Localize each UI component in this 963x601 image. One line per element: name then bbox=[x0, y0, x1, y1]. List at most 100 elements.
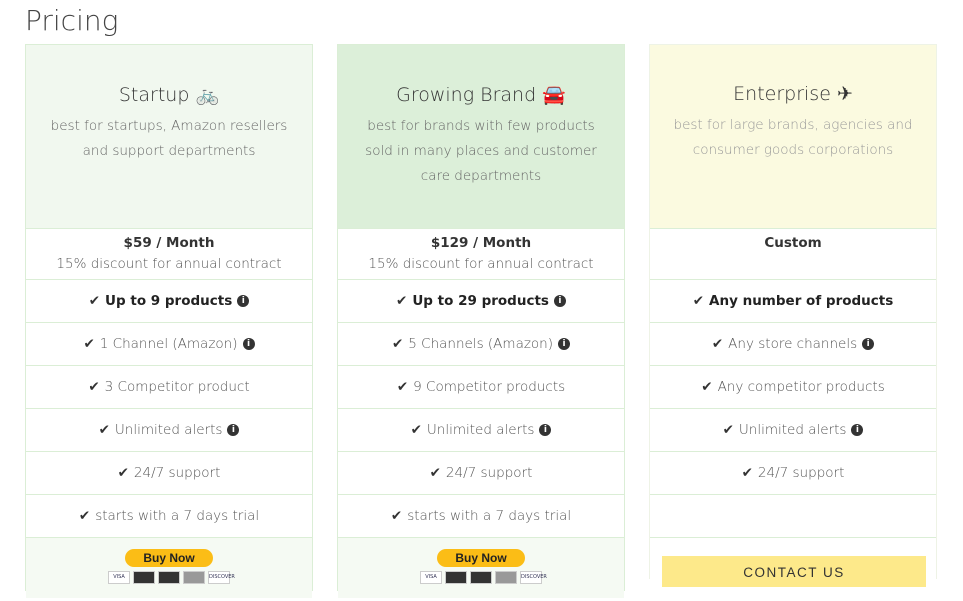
plan-description: best for brands with few products sold i… bbox=[365, 118, 597, 184]
check-icon: ✔ bbox=[83, 336, 95, 352]
feature-row bbox=[650, 494, 936, 537]
feature-row: ✔ Any store channels i bbox=[650, 322, 936, 365]
plan-title: Enterprise ✈ bbox=[650, 83, 936, 105]
check-icon: ✔ bbox=[429, 465, 441, 481]
plan-name: Growing Brand bbox=[396, 84, 537, 106]
check-icon: ✔ bbox=[701, 379, 713, 395]
feature-row: ✔ starts with a 7 days trial bbox=[26, 494, 312, 537]
feature-text: 3 Competitor product bbox=[104, 379, 250, 395]
info-icon[interactable]: i bbox=[539, 424, 552, 436]
payment-card-icon bbox=[183, 571, 205, 584]
info-icon[interactable]: i bbox=[558, 338, 571, 350]
payment-card-icon bbox=[470, 571, 492, 584]
bicycle-icon: 🚲 bbox=[195, 84, 220, 106]
payment-cards: VISA DISCOVER bbox=[338, 571, 624, 584]
payment-card-icon: DISCOVER bbox=[208, 571, 235, 584]
info-icon[interactable]: i bbox=[242, 338, 255, 350]
check-icon: ✔ bbox=[741, 465, 753, 481]
plan-title: Startup 🚲 bbox=[26, 83, 312, 106]
info-icon[interactable]: i bbox=[237, 295, 250, 307]
feature-row: ✔ starts with a 7 days trial bbox=[338, 494, 624, 537]
info-icon[interactable]: i bbox=[862, 338, 875, 350]
check-icon: ✔ bbox=[722, 422, 734, 438]
check-icon: ✔ bbox=[390, 508, 403, 524]
feature-text: starts with a 7 days trial bbox=[407, 508, 572, 524]
feature-row: ✔ Unlimited alerts i bbox=[650, 408, 936, 451]
plan-card-startup: Startup 🚲 best for startups, Amazon resel… bbox=[25, 44, 313, 598]
price-label: Custom bbox=[764, 235, 822, 251]
car-icon: 🚘 bbox=[542, 84, 566, 106]
feature-text: Up to 9 products bbox=[105, 293, 233, 309]
purchase-area: Buy Now VISA DISCOVER bbox=[26, 537, 312, 598]
info-icon[interactable]: i bbox=[553, 295, 566, 307]
feature-text: Up to 29 products bbox=[412, 293, 549, 309]
check-icon: ✔ bbox=[98, 422, 110, 438]
feature-text: 5 Channels (Amazon) bbox=[408, 336, 554, 352]
discount-label: 15% discount for annual contract bbox=[56, 256, 282, 272]
plan-price: $59 / Month 15% discount for annual contr… bbox=[26, 228, 312, 279]
purchase-area: Buy Now VISA DISCOVER bbox=[338, 537, 624, 598]
payment-card-icon bbox=[495, 571, 517, 584]
feature-text: Unlimited alerts bbox=[114, 422, 223, 438]
check-icon: ✔ bbox=[410, 422, 422, 438]
buy-now-button[interactable]: Buy Now bbox=[437, 549, 525, 567]
feature-row: ✔ Any competitor products bbox=[650, 365, 936, 408]
plan-name: Startup bbox=[118, 84, 190, 106]
feature-text: Unlimited alerts bbox=[738, 422, 847, 438]
feature-text: starts with a 7 days trial bbox=[95, 508, 260, 524]
feature-row: ✔ 9 Competitor products bbox=[338, 365, 624, 408]
info-icon[interactable]: i bbox=[851, 424, 864, 436]
feature-row: ✔ Up to 29 products i bbox=[338, 279, 624, 322]
feature-text: 24/7 support bbox=[445, 465, 533, 481]
plan-name: Enterprise bbox=[733, 83, 831, 105]
payment-card-icon: VISA bbox=[420, 571, 442, 584]
check-icon: ✔ bbox=[78, 508, 91, 524]
feature-row: ✔ Up to 9 products i bbox=[26, 279, 312, 322]
feature-row: ✔ Unlimited alerts i bbox=[26, 408, 312, 451]
payment-card-icon: DISCOVER bbox=[520, 571, 547, 584]
contact-us-button[interactable]: CONTACT US bbox=[662, 556, 926, 587]
feature-row: ✔ Unlimited alerts i bbox=[338, 408, 624, 451]
check-icon: ✔ bbox=[396, 293, 408, 309]
feature-text: 24/7 support bbox=[133, 465, 221, 481]
feature-row: ✔ 24/7 support bbox=[338, 451, 624, 494]
plan-card-growing-brand: Growing Brand 🚘 best for brands with few … bbox=[337, 44, 625, 598]
check-icon: ✔ bbox=[88, 379, 100, 395]
feature-row: ✔ 24/7 support bbox=[650, 451, 936, 494]
check-icon: ✔ bbox=[711, 336, 724, 352]
feature-text: 1 Channel (Amazon) bbox=[99, 336, 238, 352]
feature-text: Unlimited alerts bbox=[426, 422, 535, 438]
page-title: Pricing bbox=[25, 4, 119, 37]
plan-header: Enterprise ✈ best for large brands, agenc… bbox=[650, 45, 936, 228]
check-icon: ✔ bbox=[396, 379, 409, 395]
payment-card-icon bbox=[158, 571, 180, 584]
check-icon: ✔ bbox=[391, 336, 404, 352]
plan-description: best for large brands, agencies and cons… bbox=[673, 117, 913, 158]
price-label: $129 / Month bbox=[430, 235, 532, 251]
plan-price: Custom bbox=[650, 228, 936, 279]
feature-row: ✔ 1 Channel (Amazon) i bbox=[26, 322, 312, 365]
price-label: $59 / Month bbox=[123, 235, 215, 251]
feature-row: ✔ 24/7 support bbox=[26, 451, 312, 494]
payment-card-icon: VISA bbox=[108, 571, 130, 584]
check-icon: ✔ bbox=[117, 465, 129, 481]
contact-area: CONTACT US bbox=[650, 537, 936, 587]
plan-card-enterprise: Enterprise ✈ best for large brands, agenc… bbox=[649, 44, 937, 587]
info-icon[interactable]: i bbox=[227, 424, 240, 436]
payment-card-icon bbox=[445, 571, 467, 584]
plan-header: Growing Brand 🚘 best for brands with few … bbox=[338, 45, 624, 228]
payment-cards: VISA DISCOVER bbox=[26, 571, 312, 584]
discount-label: 15% discount for annual contract bbox=[368, 256, 594, 272]
payment-card-icon bbox=[133, 571, 155, 584]
feature-text: Any competitor products bbox=[717, 379, 885, 395]
feature-row: ✔ Any number of products bbox=[650, 279, 936, 322]
plane-icon: ✈ bbox=[836, 83, 853, 105]
feature-text: 24/7 support bbox=[757, 465, 845, 481]
feature-row: ✔ 5 Channels (Amazon) i bbox=[338, 322, 624, 365]
plan-title: Growing Brand 🚘 bbox=[338, 83, 624, 106]
plan-description: best for startups, Amazon resellers and … bbox=[50, 118, 288, 159]
check-icon: ✔ bbox=[692, 293, 705, 309]
feature-text: Any number of products bbox=[709, 293, 894, 309]
buy-now-button[interactable]: Buy Now bbox=[125, 549, 213, 567]
feature-row: ✔ 3 Competitor product bbox=[26, 365, 312, 408]
